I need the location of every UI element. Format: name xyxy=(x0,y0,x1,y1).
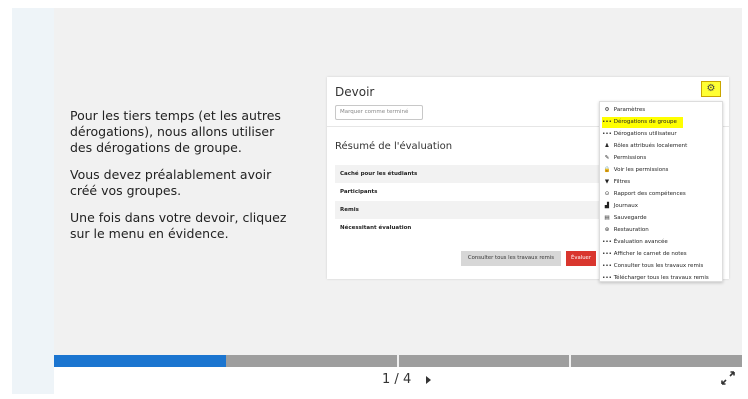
summary-row: Nécessitant évaluation xyxy=(340,225,412,231)
summary-table: Caché pour les étudiants Participants Re… xyxy=(335,165,601,237)
page-total: 4 xyxy=(402,372,412,387)
user-icon: ♟ xyxy=(604,143,610,149)
moodle-screenshot: Devoir ⚙ Marquer comme terminé Résumé de… xyxy=(327,77,729,282)
menu-item-derogations-groupe[interactable]: ••• Dérogations de groupe xyxy=(602,117,683,128)
page-indicator: 1 / 4 xyxy=(382,372,411,387)
menu-item-evaluation-avancee[interactable]: ••• Évaluation avancée xyxy=(602,237,668,248)
filter-icon: ▼ xyxy=(604,179,610,185)
file-icon: ▤ xyxy=(604,215,610,221)
gear-menu-button[interactable]: ⚙ xyxy=(701,81,721,97)
progress-divider xyxy=(397,355,399,367)
dots-icon: ••• xyxy=(602,131,612,137)
consult-submissions-button[interactable]: Consulter tous les travaux remis xyxy=(461,251,561,266)
page-separator: / xyxy=(394,372,399,387)
menu-item-journaux[interactable]: ▟ Journaux xyxy=(602,201,638,212)
dots-icon: ••• xyxy=(602,251,612,257)
settings-dropdown-menu: ⚙ Paramètres ••• Dérogations de groupe •… xyxy=(599,101,723,282)
summary-row: Participants xyxy=(340,189,378,195)
menu-item-derogations-utilisateur[interactable]: ••• Dérogations utilisateur xyxy=(602,129,677,140)
lock-icon: 🔒 xyxy=(603,167,611,173)
dots-icon: ••• xyxy=(602,119,612,125)
restore-icon: ⊛ xyxy=(604,227,610,233)
menu-item-rapport-competences[interactable]: ⊙ Rapport des compétences xyxy=(602,189,686,200)
menu-item-voir-permissions[interactable]: 🔒 Voir les permissions xyxy=(602,165,669,176)
progress-fill xyxy=(54,355,226,367)
menu-item-parametres[interactable]: ⚙ Paramètres xyxy=(602,105,646,116)
pencil-icon: ✎ xyxy=(604,155,610,161)
dots-icon: ••• xyxy=(602,239,612,245)
assignment-title: Devoir xyxy=(335,85,375,99)
menu-item-roles[interactable]: ♟ Rôles attribués localement xyxy=(602,141,688,152)
paragraph-2: Vous devez préalablement avoir créé vos … xyxy=(70,167,272,198)
slide-progress-bar[interactable] xyxy=(54,355,742,367)
mark-done-button[interactable]: Marquer comme terminé xyxy=(335,105,423,120)
gear-icon: ⚙ xyxy=(604,107,610,113)
menu-item-carnet-notes[interactable]: ••• Afficher le carnet de notes xyxy=(602,249,686,260)
summary-title: Résumé de l'évaluation xyxy=(335,141,453,152)
fullscreen-icon[interactable] xyxy=(721,371,735,385)
grade-button[interactable]: Évaluer xyxy=(566,251,596,266)
page-current: 1 xyxy=(382,372,391,387)
chart-icon: ▟ xyxy=(604,203,610,209)
check-circle-icon: ⊙ xyxy=(604,191,610,197)
summary-row: Remis xyxy=(335,201,601,219)
summary-row: Caché pour les étudiants xyxy=(335,165,601,183)
next-arrow-icon[interactable] xyxy=(426,376,431,384)
menu-item-permissions[interactable]: ✎ Permissions xyxy=(602,153,647,164)
progress-divider xyxy=(569,355,571,367)
paragraph-1: Pour les tiers temps (et les autres déro… xyxy=(70,108,281,155)
menu-item-telecharger-travaux[interactable]: ••• Télécharger tous les travaux remis xyxy=(602,273,709,284)
gear-icon: ⚙ xyxy=(706,83,716,94)
menu-item-consulter-travaux[interactable]: ••• Consulter tous les travaux remis xyxy=(602,261,703,272)
slide-canvas: Pour les tiers temps (et les autres déro… xyxy=(54,8,742,355)
menu-item-filtres[interactable]: ▼ Filtres xyxy=(602,177,630,188)
dots-icon: ••• xyxy=(602,263,612,269)
menu-item-sauvegarde[interactable]: ▤ Sauvegarde xyxy=(602,213,646,224)
paragraph-3: Une fois dans votre devoir, cliquez sur … xyxy=(70,210,287,241)
slide-text: Pour les tiers temps (et les autres déro… xyxy=(70,108,298,253)
left-strip xyxy=(12,8,54,394)
menu-item-restauration[interactable]: ⊛ Restauration xyxy=(602,225,649,236)
dots-icon: ••• xyxy=(602,275,612,281)
